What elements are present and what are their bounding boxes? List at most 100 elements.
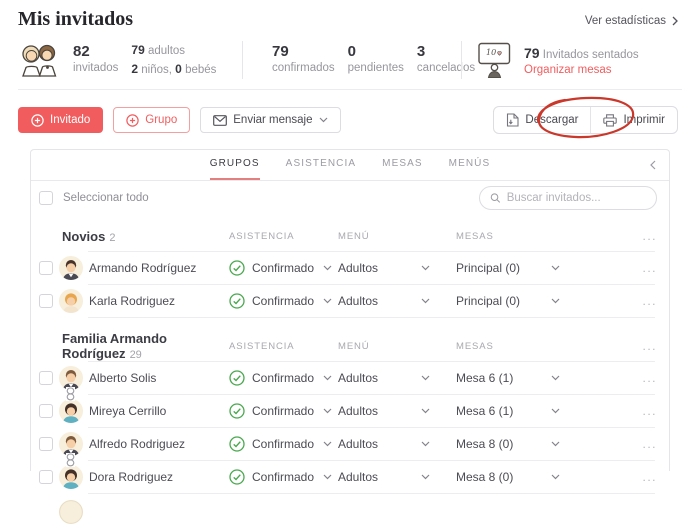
status-label: Confirmado (252, 294, 314, 308)
table-label: Principal (0) (456, 261, 520, 275)
row-options-button[interactable]: ... (631, 437, 657, 451)
chevron-down-icon (319, 117, 328, 123)
chevron-right-icon (672, 16, 678, 26)
chevron-down-icon (551, 265, 560, 271)
column-header-menu: MENÚ (338, 231, 456, 242)
guest-status-dropdown[interactable]: Confirmado (229, 370, 338, 386)
group-options-button[interactable]: ... (631, 339, 657, 353)
search-input[interactable] (507, 192, 646, 204)
menu-label: Adultos (338, 470, 378, 484)
download-button[interactable]: Descargar (494, 107, 590, 133)
guest-status-dropdown[interactable]: Confirmado (229, 260, 338, 276)
row-checkbox[interactable] (39, 371, 53, 385)
confirmed-check-icon (229, 260, 245, 276)
chevron-down-icon (421, 441, 430, 447)
group-header: Familia Armando Rodríguez29 ASISTENCIA M… (31, 331, 669, 361)
avatar-icon (59, 289, 83, 313)
row-checkbox[interactable] (39, 470, 53, 484)
row-divider (88, 493, 655, 494)
chevron-left-icon (650, 160, 656, 170)
guests-count: 82 (73, 44, 118, 59)
chevron-down-icon (421, 298, 430, 304)
column-header-attendance: ASISTENCIA (229, 231, 338, 242)
group-options-button[interactable]: ... (631, 229, 657, 243)
confirmed-check-icon (229, 293, 245, 309)
row-checkbox[interactable] (39, 261, 53, 275)
row-checkbox[interactable] (39, 437, 53, 451)
guest-table-dropdown[interactable]: Mesa 8 (0) (456, 437, 560, 451)
row-divider (88, 427, 655, 428)
chevron-down-icon (323, 474, 332, 480)
guests-breakdown: 79 adultos 2 niños, 0 bebés (131, 43, 216, 78)
confirmed-check-icon (229, 469, 245, 485)
tab-bar: GRUPOS ASISTENCIA MESAS MENÚS (31, 150, 669, 181)
guest-table-dropdown[interactable]: Principal (0) (456, 261, 560, 275)
guest-name: Alfredo Rodriguez (89, 437, 229, 451)
column-header-attendance: ASISTENCIA (229, 341, 338, 352)
add-guest-button[interactable]: Invitado (18, 107, 103, 133)
collapse-panel-button[interactable] (650, 160, 656, 170)
row-options-button[interactable]: ... (631, 294, 657, 308)
status-label: Confirmado (252, 470, 314, 484)
guest-menu-dropdown[interactable]: Adultos (338, 261, 456, 275)
select-all-checkbox[interactable] (39, 191, 53, 205)
column-header-tables: MESAS (456, 341, 631, 352)
guest-table-dropdown[interactable]: Principal (0) (456, 294, 560, 308)
row-divider (88, 317, 655, 318)
send-message-button[interactable]: Enviar mensaje (200, 107, 340, 133)
tab-grupos[interactable]: GRUPOS (210, 158, 260, 180)
row-options-button[interactable]: ... (631, 261, 657, 275)
print-button[interactable]: Imprimir (590, 107, 677, 133)
guest-menu-dropdown[interactable]: Adultos (338, 404, 456, 418)
confirmed-check-icon (229, 370, 245, 386)
menu-label: Adultos (338, 294, 378, 308)
row-options-button[interactable]: ... (631, 404, 657, 418)
guest-status-dropdown[interactable]: Confirmado (229, 469, 338, 485)
guest-list-card: GRUPOS ASISTENCIA MESAS MENÚS Selecciona… (30, 149, 670, 471)
plus-circle-icon (31, 114, 44, 127)
guest-menu-dropdown[interactable]: Adultos (338, 470, 456, 484)
row-options-button[interactable]: ... (631, 470, 657, 484)
guest-menu-dropdown[interactable]: Adultos (338, 437, 456, 451)
group-name: Familia Armando Rodríguez (62, 331, 167, 361)
view-statistics-link[interactable]: Ver estadísticas (585, 15, 678, 27)
guest-status-dropdown[interactable]: Confirmado (229, 436, 338, 452)
table-label: Mesa 8 (0) (456, 437, 513, 451)
guest-row: Armando Rodríguez Confirmado Adultos Pri… (31, 252, 669, 284)
guest-table-dropdown[interactable]: Mesa 8 (0) (456, 470, 560, 484)
partial-next-row (31, 500, 669, 524)
page-header: Mis invitados Ver estadísticas (0, 0, 700, 31)
groups-container: Novios2 ASISTENCIA MENÚ MESAS ... Armand… (31, 221, 669, 494)
row-checkbox[interactable] (39, 294, 53, 308)
pending-stat: 0 pendientes (348, 44, 404, 76)
tab-menus[interactable]: MENÚS (449, 158, 491, 180)
export-button-group: Descargar Imprimir (493, 106, 678, 134)
row-checkbox[interactable] (39, 404, 53, 418)
row-divider (88, 460, 655, 461)
row-options-button[interactable]: ... (631, 371, 657, 385)
group-name: Novios (62, 229, 105, 244)
add-group-button[interactable]: Grupo (113, 107, 190, 133)
tab-mesas[interactable]: MESAS (382, 158, 423, 180)
guest-name: Alberto Solis (89, 371, 229, 385)
guest-table-dropdown[interactable]: Mesa 6 (1) (456, 404, 560, 418)
table-label: Principal (0) (456, 294, 520, 308)
organize-tables-link[interactable]: Organizar mesas (524, 64, 639, 76)
seated-line: 79 Invitados sentados (524, 45, 639, 61)
group-divider (88, 251, 655, 252)
guest-status-dropdown[interactable]: Confirmado (229, 293, 338, 309)
tab-asistencia[interactable]: ASISTENCIA (286, 158, 356, 180)
seating-plan-icon: 10 (478, 42, 511, 78)
group-divider (88, 361, 655, 362)
guest-menu-dropdown[interactable]: Adultos (338, 371, 456, 385)
stats-bar: 82 invitados 79 adultos 2 niños, 0 bebés… (18, 35, 682, 90)
row-divider (88, 284, 655, 285)
guest-status-dropdown[interactable]: Confirmado (229, 403, 338, 419)
guest-table-dropdown[interactable]: Mesa 6 (1) (456, 371, 560, 385)
guest-menu-dropdown[interactable]: Adultos (338, 294, 456, 308)
table-label: Mesa 6 (1) (456, 404, 513, 418)
guest-group: Novios2 ASISTENCIA MENÚ MESAS ... Armand… (31, 221, 669, 318)
menu-label: Adultos (338, 371, 378, 385)
page-title: Mis invitados (18, 8, 133, 31)
chevron-down-icon (551, 408, 560, 414)
